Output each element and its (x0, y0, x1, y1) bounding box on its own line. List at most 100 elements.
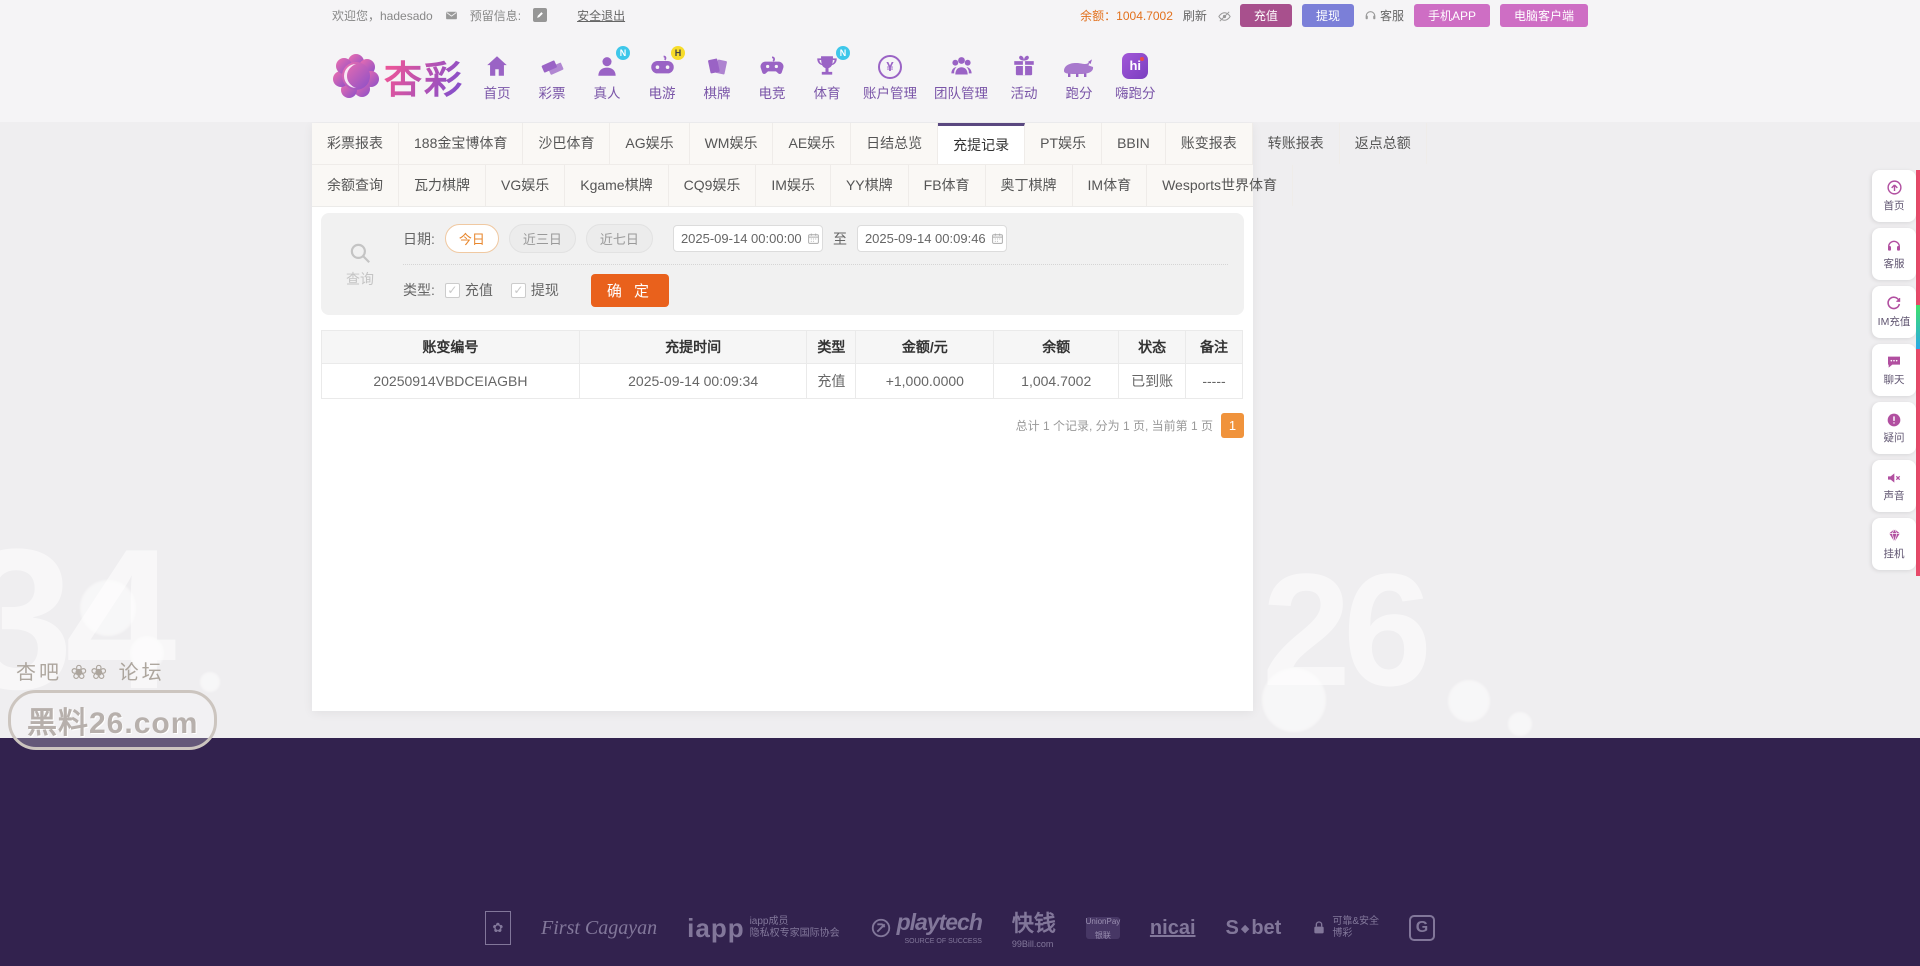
main-header: 杏彩 首页 彩票 N 真人 H 电游 (332, 30, 1588, 122)
toolbar-label: 聊天 (1884, 372, 1905, 387)
toolbar-customer-service[interactable]: 客服 (1872, 228, 1916, 280)
date-from-input[interactable]: 2025-09-14 00:00:00 (673, 225, 823, 252)
tab-188-sports[interactable]: 188金宝博体育 (399, 123, 523, 164)
tab-kgame[interactable]: Kgame棋牌 (565, 165, 668, 206)
date-to-input[interactable]: 2025-09-14 00:09:46 (857, 225, 1007, 252)
search-label: 查询 (346, 269, 374, 289)
iapp-subtext: iapp成员 隐私权专家国际协会 (750, 916, 840, 940)
nav-item-paofen[interactable]: 跑分 (1060, 51, 1098, 102)
toolbar-sound[interactable]: 声音 (1872, 460, 1916, 512)
scrollbar-track[interactable] (1916, 170, 1920, 576)
logout-link[interactable]: 安全退出 (577, 7, 625, 24)
nav-item-team[interactable]: 团队管理 (934, 51, 988, 102)
toolbar-im-recharge[interactable]: IM充值 (1872, 286, 1916, 338)
nav-item-lottery[interactable]: 彩票 (533, 51, 571, 102)
type-withdraw-checkbox[interactable]: ✓ 提现 (511, 280, 559, 300)
tab-recharge-withdraw-records[interactable]: 充提记录 (938, 123, 1025, 164)
nav-label: 活动 (1011, 82, 1038, 102)
type-withdraw-label: 提现 (531, 280, 559, 300)
type-recharge-checkbox[interactable]: ✓ 充值 (445, 280, 493, 300)
site-logo[interactable]: 杏彩 (332, 49, 464, 104)
tab-wali-chess[interactable]: 瓦力棋牌 (399, 165, 486, 206)
gamcare-logo: G (1409, 915, 1435, 941)
topbar-right: 余额：1004.7002 刷新 充值 提现 客服 手机APP 电脑客户端 (1080, 4, 1588, 27)
new-badge: N (836, 46, 850, 60)
eye-off-icon[interactable] (1217, 9, 1230, 22)
toolbar-back-to-top[interactable]: 首页 (1872, 170, 1916, 222)
unionpay-logo: UnionPay 银联 (1086, 917, 1120, 939)
edit-icon[interactable] (533, 8, 547, 22)
service-label: 客服 (1380, 7, 1404, 24)
hot-badge: H (671, 46, 685, 60)
nav-item-hi-paofen[interactable]: hi 嗨跑分 (1115, 53, 1156, 102)
nav-item-chess[interactable]: 棋牌 (698, 51, 736, 102)
lock-icon (1311, 920, 1327, 936)
tab-im-sports[interactable]: IM体育 (1073, 165, 1148, 206)
col-status: 状态 (1119, 331, 1186, 364)
nav-item-activity[interactable]: 活动 (1005, 51, 1043, 102)
tab-saba-sports[interactable]: 沙巴体育 (523, 123, 610, 164)
col-type: 类型 (807, 331, 856, 364)
first-cagayan-logo: First Cagayan (541, 917, 657, 940)
toolbar-label: 客服 (1884, 256, 1905, 271)
cell-balance: 1,004.7002 (994, 364, 1119, 399)
tab-transfer-report[interactable]: 转账报表 (1253, 123, 1340, 164)
nav-item-esports[interactable]: 电竞 (753, 51, 791, 102)
tab-fb-sports[interactable]: FB体育 (909, 165, 986, 206)
tab-balance-query[interactable]: 余额查询 (312, 165, 399, 206)
nav-item-account[interactable]: ¥ 账户管理 (863, 55, 917, 102)
withdraw-button[interactable]: 提现 (1302, 4, 1354, 27)
quick-3days-pill[interactable]: 近三日 (509, 224, 576, 253)
confirm-button[interactable]: 确 定 (591, 274, 669, 307)
new-badge: N (616, 46, 630, 60)
recharge-button[interactable]: 充值 (1240, 4, 1292, 27)
tab-vg[interactable]: VG娱乐 (486, 165, 565, 206)
page-1-button[interactable]: 1 (1221, 413, 1244, 438)
secure-betting-logo: 可靠&安全 博彩 (1311, 916, 1379, 940)
mail-icon[interactable] (445, 9, 458, 22)
tab-bbin[interactable]: BBIN (1102, 123, 1166, 164)
secure-text-group: 可靠&安全 博彩 (1332, 916, 1379, 940)
cell-status: 已到账 (1119, 364, 1186, 399)
nav-label: 真人 (594, 82, 621, 102)
col-time: 充提时间 (579, 331, 807, 364)
mobile-app-button[interactable]: 手机APP (1414, 4, 1490, 27)
nav-item-home[interactable]: 首页 (478, 51, 516, 102)
nav-label: 团队管理 (934, 82, 988, 102)
toolbar-idle[interactable]: 挂机 (1872, 518, 1916, 570)
back-to-top-icon (1886, 179, 1903, 196)
pc-client-button[interactable]: 电脑客户端 (1500, 4, 1588, 27)
tab-pt[interactable]: PT娱乐 (1025, 123, 1102, 164)
watermark-site-box: 黑料26.com (8, 690, 217, 750)
tab-im-entertainment[interactable]: IM娱乐 (756, 165, 831, 206)
customer-service-link[interactable]: 客服 (1364, 7, 1404, 24)
refresh-link[interactable]: 刷新 (1183, 7, 1207, 24)
report-tabs: 彩票报表 188金宝博体育 沙巴体育 AG娱乐 WM娱乐 AE娱乐 日结总览 充… (312, 123, 1253, 207)
toolbar-label: IM充值 (1878, 314, 1911, 329)
quick-today-pill[interactable]: 今日 (445, 224, 499, 253)
tab-yy-chess[interactable]: YY棋牌 (831, 165, 909, 206)
form-rows: 日期: 今日 近三日 近七日 2025-09-14 00:00:00 至 202… (403, 213, 1228, 315)
nav-item-egame[interactable]: H 电游 (643, 51, 681, 102)
scrollbar-thumb[interactable] (1916, 305, 1920, 349)
tab-cq9[interactable]: CQ9娱乐 (669, 165, 757, 206)
balance-group: 余额：1004.7002 (1080, 7, 1173, 24)
toolbar-chat[interactable]: 聊天 (1872, 344, 1916, 396)
quick-7days-pill[interactable]: 近七日 (586, 224, 653, 253)
nav-item-sports[interactable]: N 体育 (808, 51, 846, 102)
tab-account-change-report[interactable]: 账变报表 (1166, 123, 1253, 164)
nav-label: 电游 (649, 82, 676, 102)
tab-daily-summary[interactable]: 日结总览 (851, 123, 938, 164)
col-amount: 金额/元 (856, 331, 994, 364)
tab-ae[interactable]: AE娱乐 (773, 123, 851, 164)
tab-ag[interactable]: AG娱乐 (610, 123, 689, 164)
playtech-text-group: playtech SOURCE OF SUCCESS (897, 909, 982, 948)
tab-wm[interactable]: WM娱乐 (690, 123, 774, 164)
tab-rebate-total[interactable]: 返点总额 (1340, 123, 1427, 164)
nav-item-live[interactable]: N 真人 (588, 51, 626, 102)
tab-lottery-report[interactable]: 彩票报表 (312, 123, 399, 164)
tab-aoding-chess[interactable]: 奥丁棋牌 (986, 165, 1073, 206)
toolbar-question[interactable]: 疑问 (1872, 402, 1916, 454)
query-form: 查询 日期: 今日 近三日 近七日 2025-09-14 00:00:00 至 (321, 213, 1244, 315)
tab-wesports[interactable]: Wesports世界体育 (1147, 165, 1293, 206)
